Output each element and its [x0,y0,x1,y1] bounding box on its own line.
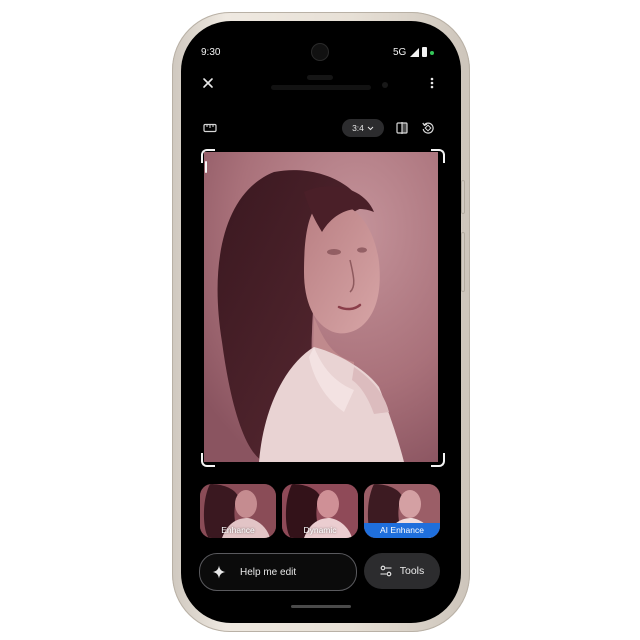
privacy-dot-icon [430,51,434,55]
tools-button[interactable]: Tools [364,553,440,589]
signal-icon [410,48,419,57]
front-camera [312,44,328,60]
battery-icon [422,47,427,57]
rotate-icon [422,122,434,134]
suggestion-label: Enhance [221,525,255,535]
help-me-edit-label: Help me edit [240,566,297,578]
tools-label: Tools [399,565,425,577]
faded-title-area [261,73,391,93]
crop-handle-top-left[interactable] [201,149,215,163]
suggestion-label: Dynamic [303,525,337,535]
sparkle-icon [212,565,226,579]
straighten-button[interactable] [199,119,221,137]
chevron-down-icon [367,126,374,130]
crop-handle-left-edge[interactable] [205,161,207,173]
suggestion-ai-enhance[interactable]: AI Enhance [364,484,440,538]
phone-screen: 9:30 5G 3:4 Enhance Dynamic AI Enhance H… [181,21,461,623]
straighten-icon [203,123,217,133]
rotate-button[interactable] [417,119,439,137]
portrait-photo [204,152,438,462]
suggestion-dynamic[interactable]: Dynamic [282,484,358,538]
stage: 9:30 5G 3:4 Enhance Dynamic AI Enhance H… [0,0,640,640]
aspect-ratio-chip[interactable]: 3:4 [342,119,384,137]
gesture-home-bar[interactable] [291,605,351,608]
crop-handle-top-right[interactable] [431,149,445,163]
close-icon[interactable] [200,75,216,91]
photo-canvas[interactable] [204,152,438,462]
status-time: 9:30 [201,47,221,58]
suggestion-enhance[interactable]: Enhance [200,484,276,538]
flip-button[interactable] [392,119,412,137]
tune-icon [380,565,392,577]
help-me-edit-button[interactable]: Help me edit [199,553,357,591]
suggestion-label-selected: AI Enhance [364,523,440,538]
aspect-ratio-label: 3:4 [352,123,364,133]
crop-handle-bottom-left[interactable] [201,453,215,467]
volume-button [461,232,465,292]
more-vert-icon[interactable] [424,75,440,91]
power-button [461,180,465,214]
network-indicator: 5G [393,47,407,58]
crop-handle-bottom-right[interactable] [431,453,445,467]
flip-icon [396,122,408,134]
